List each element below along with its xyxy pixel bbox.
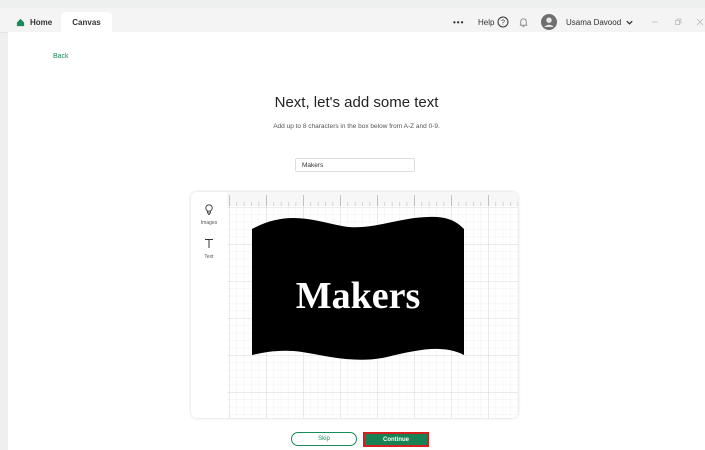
- notifications-button[interactable]: [518, 12, 529, 32]
- tool-images[interactable]: Images: [191, 202, 227, 226]
- avatar: [541, 14, 557, 30]
- title-bar: Home Canvas ••• Help ? Usama Davood: [0, 8, 705, 33]
- restore-button[interactable]: [674, 12, 682, 32]
- design-canvas: Images Text Makers: [191, 192, 518, 418]
- help-icon: ?: [497, 16, 509, 28]
- tab-home[interactable]: Home: [16, 12, 52, 32]
- user-menu[interactable]: Usama Davood: [541, 12, 634, 32]
- canvas-grid[interactable]: Makers: [227, 192, 518, 418]
- page-title: Next, let's add some text: [274, 94, 439, 111]
- home-icon: [16, 18, 25, 26]
- canvas-svg: Makers: [227, 192, 518, 418]
- close-button[interactable]: [696, 12, 704, 32]
- page-subtitle: Add up to 8 characters in the box below …: [273, 123, 440, 130]
- lightbulb-icon: [205, 204, 213, 215]
- bell-icon: [519, 17, 528, 27]
- app-window: Home Canvas ••• Help ? Usama Davood Back…: [0, 0, 705, 450]
- chevron-down-icon: [626, 20, 633, 25]
- more-menu-button[interactable]: •••: [453, 12, 464, 32]
- tool-images-label: Images: [200, 220, 218, 226]
- back-link[interactable]: Back: [53, 53, 69, 60]
- tab-home-label: Home: [30, 17, 53, 27]
- skip-button[interactable]: Skip: [291, 432, 357, 446]
- continue-button[interactable]: Continue: [363, 432, 429, 447]
- tool-text[interactable]: Text: [191, 236, 227, 260]
- main-content: Back Next, let's add some text Add up to…: [8, 32, 705, 450]
- text-input[interactable]: [295, 158, 415, 172]
- restore-icon: [675, 18, 682, 25]
- svg-text:?: ?: [502, 20, 506, 27]
- user-name: Usama Davood: [566, 17, 622, 27]
- minimize-button[interactable]: [651, 12, 659, 32]
- text-T-icon: [205, 239, 213, 248]
- minimize-icon: [652, 21, 658, 23]
- close-icon: [696, 18, 704, 26]
- help-button[interactable]: Help ?: [478, 12, 509, 32]
- tool-text-label: Text: [204, 254, 214, 260]
- tab-canvas-label: Canvas: [72, 17, 101, 27]
- preview-text: Makers: [296, 275, 421, 317]
- tool-panel: Images Text: [191, 192, 228, 418]
- help-label: Help: [478, 17, 495, 27]
- more-icon: •••: [453, 17, 465, 27]
- tab-canvas[interactable]: Canvas: [61, 12, 112, 32]
